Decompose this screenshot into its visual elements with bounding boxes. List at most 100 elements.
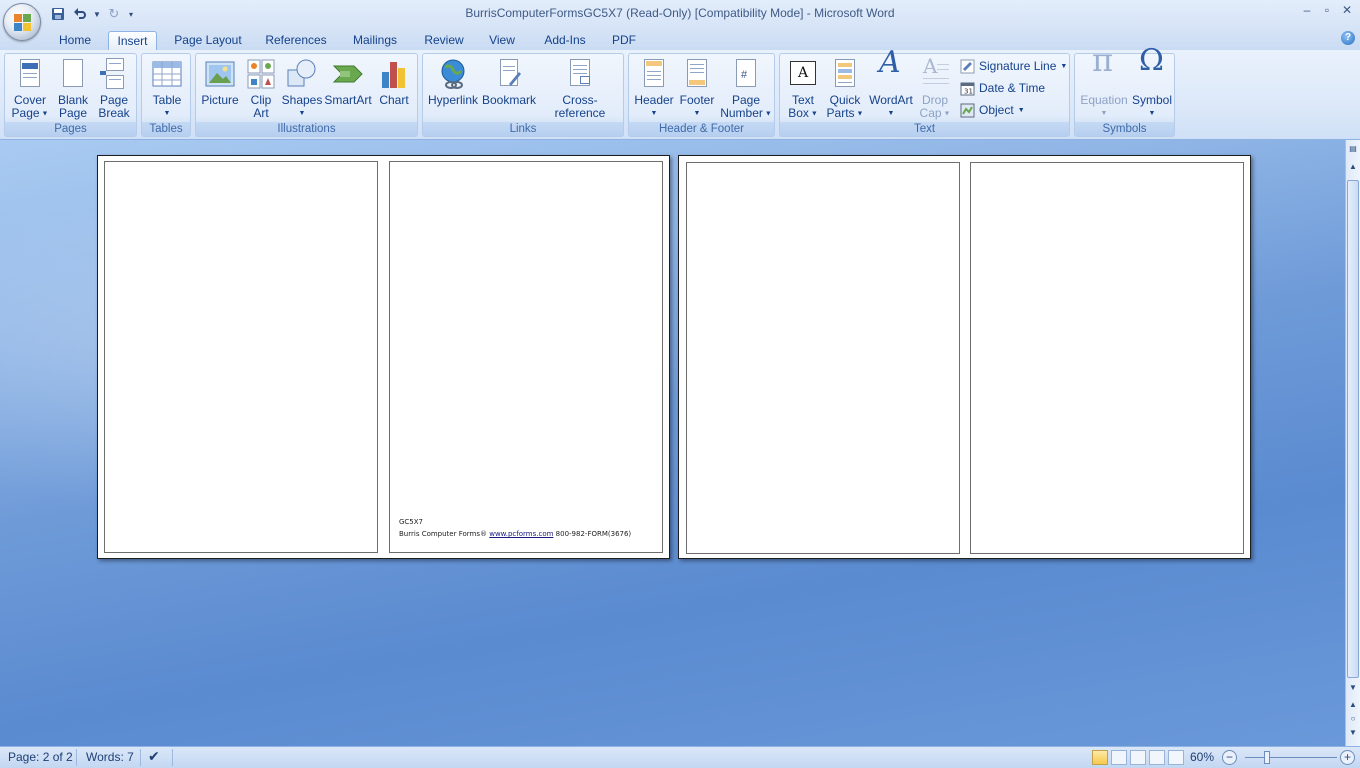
- zoom-out-button[interactable]: −: [1222, 750, 1237, 765]
- office-button[interactable]: [3, 3, 41, 41]
- tab-pdf[interactable]: PDF: [608, 31, 640, 50]
- tab-add-ins[interactable]: Add-Ins: [538, 31, 592, 50]
- outline-view-button[interactable]: [1149, 750, 1165, 765]
- document-page-1[interactable]: GC5X7 Burris Computer Forms® www.pcforms…: [97, 155, 670, 559]
- save-icon[interactable]: [48, 5, 68, 23]
- header-button[interactable]: Header ▼: [632, 56, 676, 122]
- scroll-up-arrow-icon[interactable]: ▲: [1347, 162, 1359, 171]
- object-label: Object: [979, 103, 1014, 117]
- tab-insert[interactable]: Insert: [108, 31, 157, 50]
- scroll-down-arrow-icon[interactable]: ▼: [1347, 683, 1359, 692]
- dropdown-arrow-icon: ▼: [1017, 106, 1025, 114]
- dropdown-arrow-icon: ▼: [808, 110, 818, 118]
- scrollbar-thumb[interactable]: [1347, 180, 1359, 678]
- page-break-button[interactable]: Page Break: [94, 56, 134, 122]
- window-controls: – ▫ ✕: [1300, 2, 1354, 18]
- header-label: Header: [634, 93, 674, 107]
- symbol-button[interactable]: Ω Symbol ▼: [1131, 46, 1173, 122]
- zoom-slider-thumb[interactable]: [1264, 751, 1270, 764]
- footer-url-link[interactable]: www.pcforms.com: [489, 530, 553, 538]
- vertical-scrollbar[interactable]: ▤ ▲ ▼ ▲ ○ ▼: [1345, 140, 1360, 746]
- minimize-button[interactable]: –: [1300, 2, 1314, 18]
- object-button[interactable]: Object ▼: [960, 101, 1025, 119]
- document-page-2[interactable]: [678, 155, 1251, 559]
- zoom-in-button[interactable]: +: [1340, 750, 1355, 765]
- wordart-label: WordArt: [869, 93, 913, 107]
- tab-page-layout[interactable]: Page Layout: [170, 31, 246, 50]
- full-screen-reading-view-button[interactable]: [1111, 750, 1127, 765]
- select-browse-object-icon[interactable]: ○: [1347, 714, 1359, 723]
- tab-view[interactable]: View: [484, 31, 520, 50]
- undo-icon[interactable]: [70, 5, 90, 23]
- quick-parts-button[interactable]: Quick Parts ▼: [825, 56, 865, 122]
- hash-icon: #: [741, 69, 748, 81]
- footer-button[interactable]: Footer ▼: [676, 56, 718, 122]
- drop-cap-button[interactable]: A Drop Cap ▼: [916, 56, 954, 122]
- signature-line-label: Signature Line: [979, 59, 1057, 73]
- undo-dropdown-icon[interactable]: ▼: [92, 5, 102, 23]
- wordart-button[interactable]: A WordArt ▼: [867, 48, 915, 122]
- picture-button[interactable]: Picture: [199, 56, 241, 122]
- dropdown-arrow-icon: ▼: [1100, 110, 1108, 117]
- dropdown-arrow-icon: ▼: [693, 110, 701, 117]
- web-layout-view-button[interactable]: [1130, 750, 1146, 765]
- equation-button[interactable]: π Equation ▼: [1077, 44, 1131, 122]
- smartart-button[interactable]: SmartArt: [324, 56, 372, 122]
- hyperlink-button[interactable]: Hyperlink: [426, 56, 480, 122]
- page-count-status[interactable]: Page: 2 of 2: [8, 750, 73, 764]
- footer-brand: Burris Computer Forms®: [399, 530, 487, 538]
- shapes-button[interactable]: Shapes ▼: [281, 56, 323, 122]
- tab-home[interactable]: Home: [52, 31, 98, 50]
- customize-qat-icon[interactable]: ▾: [126, 5, 136, 23]
- clip-art-button[interactable]: Clip Art: [243, 56, 279, 122]
- picture-icon: [204, 58, 236, 90]
- text-box-button[interactable]: A Text Box ▼: [783, 56, 823, 122]
- clip-art-label-2: Art: [253, 106, 269, 120]
- blank-page-button[interactable]: Blank Page: [53, 56, 93, 122]
- footer-brand-line[interactable]: Burris Computer Forms® www.pcforms.com 8…: [399, 530, 631, 538]
- document-area[interactable]: GC5X7 Burris Computer Forms® www.pcforms…: [0, 140, 1345, 746]
- page-number-button[interactable]: # Page Number ▼: [719, 56, 773, 122]
- previous-page-icon[interactable]: ▲: [1347, 700, 1359, 709]
- tab-mailings[interactable]: Mailings: [346, 31, 404, 50]
- tab-review[interactable]: Review: [420, 31, 468, 50]
- chart-button[interactable]: Chart: [374, 56, 414, 122]
- card-panel-right[interactable]: [970, 162, 1244, 554]
- restore-button[interactable]: ▫: [1320, 2, 1334, 18]
- card-panel-right[interactable]: GC5X7 Burris Computer Forms® www.pcforms…: [389, 161, 663, 553]
- zoom-level-text[interactable]: 60%: [1190, 750, 1214, 764]
- cross-reference-button[interactable]: Cross-reference: [538, 56, 622, 122]
- page-number-label-2: Number: [720, 106, 763, 120]
- print-layout-view-button[interactable]: [1092, 750, 1108, 765]
- table-label: Table: [152, 93, 182, 107]
- table-button[interactable]: Table ▼: [146, 56, 188, 122]
- draft-view-button[interactable]: [1168, 750, 1184, 765]
- title-bar: BurrisComputerFormsGC5X7 (Read-Only) [Co…: [0, 0, 1360, 28]
- zoom-slider-track[interactable]: [1245, 757, 1337, 758]
- cover-page-icon: [14, 58, 46, 90]
- redo-icon[interactable]: ↻: [104, 5, 124, 23]
- dropdown-arrow-icon: ▼: [887, 110, 895, 117]
- next-page-icon[interactable]: ▼: [1347, 728, 1359, 737]
- group-symbols: π Equation ▼ Ω Symbol ▼ Symbols: [1074, 44, 1175, 137]
- smartart-label: SmartArt: [324, 93, 372, 107]
- proofing-check-icon[interactable]: ✔: [148, 748, 160, 765]
- date-time-button[interactable]: 31 Date & Time: [960, 79, 1045, 97]
- shapes-label: Shapes: [281, 93, 323, 107]
- footer-phone: 800-982-FORM(3676): [555, 530, 632, 538]
- smartart-icon: [332, 58, 364, 90]
- ruler-toggle-icon[interactable]: ▤: [1347, 144, 1359, 153]
- card-panel-left[interactable]: [686, 162, 960, 554]
- card-panel-left[interactable]: [104, 161, 378, 553]
- close-button[interactable]: ✕: [1340, 2, 1354, 18]
- hyperlink-icon: [437, 58, 469, 90]
- word-count-status[interactable]: Words: 7: [86, 750, 134, 764]
- help-icon[interactable]: ?: [1341, 31, 1355, 45]
- tab-references[interactable]: References: [261, 31, 331, 50]
- dropdown-arrow-icon: ▼: [941, 110, 951, 118]
- signature-line-button[interactable]: Signature Line ▼: [960, 57, 1067, 75]
- page-break-label-2: Break: [98, 106, 130, 120]
- footer-code-text[interactable]: GC5X7: [399, 518, 423, 526]
- cover-page-button[interactable]: Cover Page ▼: [8, 56, 52, 122]
- bookmark-button[interactable]: Bookmark: [481, 56, 537, 122]
